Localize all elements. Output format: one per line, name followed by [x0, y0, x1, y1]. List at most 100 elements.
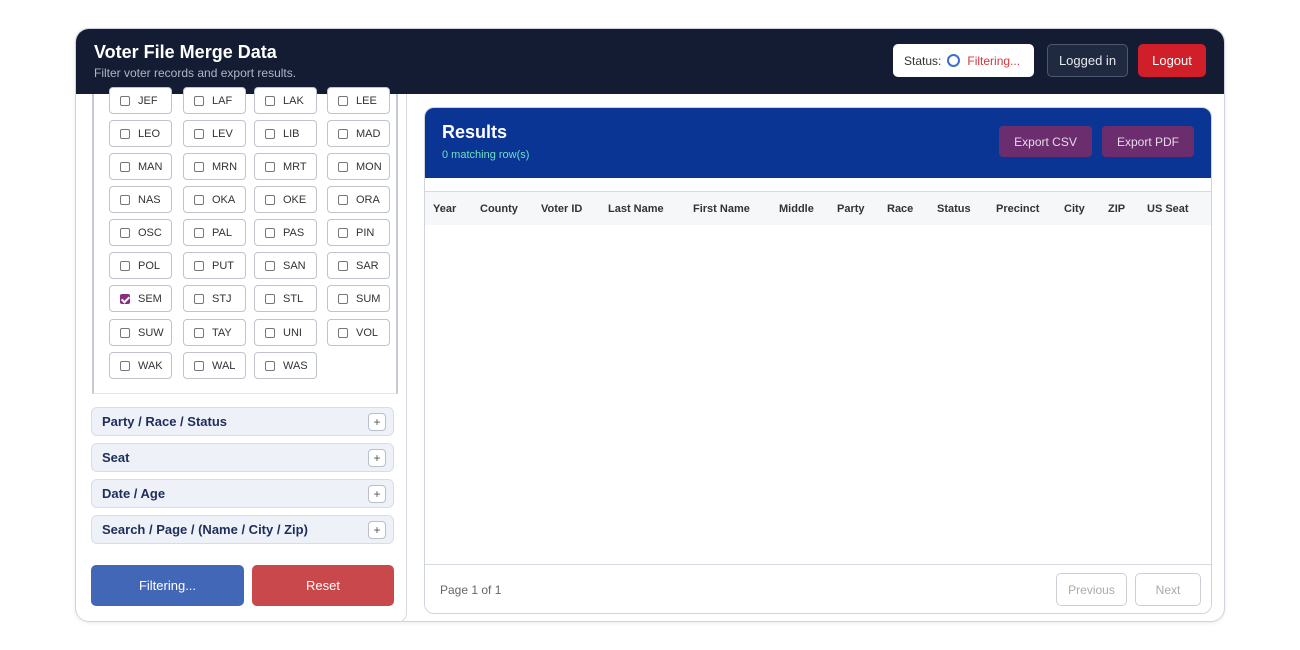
- county-checkbox-suw[interactable]: SUW: [109, 319, 172, 346]
- column-header[interactable]: Last Name: [608, 203, 664, 215]
- checkbox-icon[interactable]: [194, 128, 204, 139]
- filter-button[interactable]: Filtering...: [91, 565, 244, 606]
- checkbox-icon[interactable]: [338, 128, 348, 139]
- accordion-2[interactable]: Date / Age +: [91, 479, 394, 508]
- checkbox-icon[interactable]: [194, 161, 204, 172]
- column-header[interactable]: Race: [887, 203, 913, 215]
- checkbox-icon[interactable]: [338, 95, 348, 106]
- county-checkbox-man[interactable]: MAN: [109, 153, 172, 180]
- county-checkbox-nas[interactable]: NAS: [109, 186, 172, 213]
- county-checkbox-put[interactable]: PUT: [183, 252, 246, 279]
- column-header[interactable]: ZIP: [1108, 203, 1125, 215]
- county-checkbox-osc[interactable]: OSC: [109, 219, 172, 246]
- county-checkbox-pol[interactable]: POL: [109, 252, 172, 279]
- checkbox-icon[interactable]: [120, 293, 130, 304]
- county-checkbox-wak[interactable]: WAK: [109, 352, 172, 379]
- county-checkbox-pin[interactable]: PIN: [327, 219, 390, 246]
- county-checkbox-stj[interactable]: STJ: [183, 285, 246, 312]
- checkbox-icon[interactable]: [265, 128, 275, 139]
- checkbox-icon[interactable]: [194, 260, 204, 271]
- export-pdf-button[interactable]: Export PDF: [1102, 126, 1194, 157]
- county-checkbox-lib[interactable]: LIB: [254, 120, 317, 147]
- checkbox-icon[interactable]: [194, 227, 204, 238]
- checkbox-icon[interactable]: [265, 161, 275, 172]
- checkbox-icon[interactable]: [120, 360, 130, 371]
- checkbox-icon[interactable]: [338, 227, 348, 238]
- checkbox-icon[interactable]: [194, 95, 204, 106]
- county-checkbox-oke[interactable]: OKE: [254, 186, 317, 213]
- column-header[interactable]: Middle: [779, 203, 814, 215]
- checkbox-icon[interactable]: [265, 95, 275, 106]
- checkbox-icon[interactable]: [265, 194, 275, 205]
- checkbox-icon[interactable]: [194, 327, 204, 338]
- accordion-0[interactable]: Party / Race / Status +: [91, 407, 394, 436]
- county-checkbox-uni[interactable]: UNI: [254, 319, 317, 346]
- column-header[interactable]: Year: [433, 203, 456, 215]
- checkbox-icon[interactable]: [338, 260, 348, 271]
- column-header[interactable]: US Seat: [1147, 203, 1189, 215]
- accordion-3[interactable]: Search / Page / (Name / City / Zip) +: [91, 515, 394, 544]
- export-csv-button[interactable]: Export CSV: [999, 126, 1092, 157]
- county-checkbox-mrn[interactable]: MRN: [183, 153, 246, 180]
- county-checkbox-lak[interactable]: LAK: [254, 87, 317, 114]
- checkbox-icon[interactable]: [120, 227, 130, 238]
- checkbox-icon[interactable]: [120, 95, 130, 106]
- checkbox-icon[interactable]: [194, 293, 204, 304]
- checkbox-icon[interactable]: [265, 260, 275, 271]
- checkbox-icon[interactable]: [120, 161, 130, 172]
- previous-page-button[interactable]: Previous: [1056, 573, 1127, 606]
- checkbox-icon[interactable]: [265, 327, 275, 338]
- county-checkbox-mon[interactable]: MON: [327, 153, 390, 180]
- column-header[interactable]: Status: [937, 203, 971, 215]
- logged-in-button[interactable]: Logged in: [1047, 44, 1128, 77]
- county-checkbox-was[interactable]: WAS: [254, 352, 317, 379]
- checkbox-icon[interactable]: [338, 161, 348, 172]
- checkbox-icon[interactable]: [265, 293, 275, 304]
- county-checkbox-sem[interactable]: SEM: [109, 285, 172, 312]
- column-header[interactable]: Precinct: [996, 203, 1039, 215]
- county-checkbox-laf[interactable]: LAF: [183, 87, 246, 114]
- county-checkbox-wal[interactable]: WAL: [183, 352, 246, 379]
- county-checkbox-mad[interactable]: MAD: [327, 120, 390, 147]
- county-checkbox-grid[interactable]: JEF LAF LAK LEE LEO LEV LIB MAD MAN MRN MRT MON NAS O…: [92, 87, 398, 394]
- county-checkbox-pas[interactable]: PAS: [254, 219, 317, 246]
- plus-icon[interactable]: +: [368, 521, 386, 539]
- county-checkbox-leo[interactable]: LEO: [109, 120, 172, 147]
- column-header[interactable]: City: [1064, 203, 1085, 215]
- checkbox-icon[interactable]: [338, 327, 348, 338]
- logout-button[interactable]: Logout: [1138, 44, 1206, 77]
- checkbox-icon[interactable]: [120, 128, 130, 139]
- column-header[interactable]: Voter ID: [541, 203, 582, 215]
- county-checkbox-sum[interactable]: SUM: [327, 285, 390, 312]
- checkbox-icon[interactable]: [120, 327, 130, 338]
- county-checkbox-pal[interactable]: PAL: [183, 219, 246, 246]
- county-checkbox-jef[interactable]: JEF: [109, 87, 172, 114]
- county-checkbox-stl[interactable]: STL: [254, 285, 317, 312]
- county-checkbox-lev[interactable]: LEV: [183, 120, 246, 147]
- checkbox-icon[interactable]: [120, 260, 130, 271]
- county-checkbox-sar[interactable]: SAR: [327, 252, 390, 279]
- next-page-button[interactable]: Next: [1135, 573, 1201, 606]
- column-header[interactable]: County: [480, 203, 518, 215]
- checkbox-icon[interactable]: [265, 360, 275, 371]
- county-checkbox-san[interactable]: SAN: [254, 252, 317, 279]
- checkbox-icon[interactable]: [120, 194, 130, 205]
- county-checkbox-tay[interactable]: TAY: [183, 319, 246, 346]
- county-checkbox-oka[interactable]: OKA: [183, 186, 246, 213]
- plus-icon[interactable]: +: [368, 413, 386, 431]
- county-checkbox-ora[interactable]: ORA: [327, 186, 390, 213]
- column-header[interactable]: Party: [837, 203, 865, 215]
- checkbox-icon[interactable]: [194, 194, 204, 205]
- accordion-1[interactable]: Seat +: [91, 443, 394, 472]
- plus-icon[interactable]: +: [368, 485, 386, 503]
- county-checkbox-mrt[interactable]: MRT: [254, 153, 317, 180]
- checkbox-icon[interactable]: [194, 360, 204, 371]
- checkbox-icon[interactable]: [338, 293, 348, 304]
- reset-button[interactable]: Reset: [252, 565, 394, 606]
- column-header[interactable]: First Name: [693, 203, 750, 215]
- checkbox-icon[interactable]: [265, 227, 275, 238]
- checkbox-icon[interactable]: [338, 194, 348, 205]
- plus-icon[interactable]: +: [368, 449, 386, 467]
- county-checkbox-lee[interactable]: LEE: [327, 87, 390, 114]
- county-checkbox-vol[interactable]: VOL: [327, 319, 390, 346]
